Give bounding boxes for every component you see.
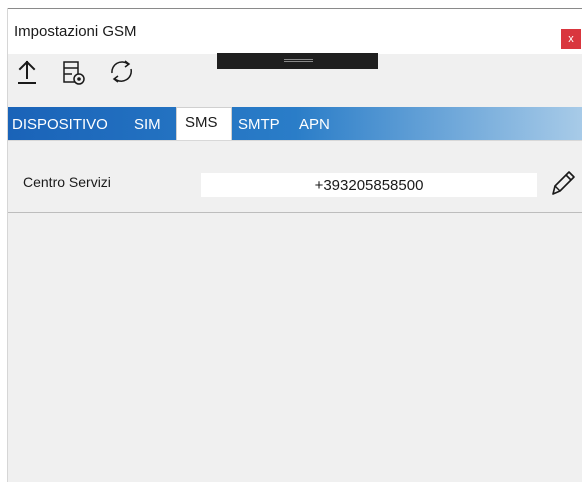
tab-sim[interactable]: SIM [134,107,161,140]
refresh-button[interactable] [104,54,138,88]
settings-file-button[interactable] [56,54,90,88]
window-title: Impostazioni GSM [14,23,137,40]
tab-sms[interactable]: SMS [176,107,232,140]
close-button[interactable]: x [561,29,581,49]
service-center-field[interactable] [201,173,537,197]
gsm-settings-window: Impostazioni GSM x DISPOSITIVO SIM SMS S… [7,8,582,482]
settings-file-icon [63,61,85,85]
close-icon: x [568,33,574,45]
edit-service-center-button[interactable] [545,165,577,199]
upload-button[interactable] [10,54,44,88]
service-center-label: Centro Servizi [23,174,111,190]
tab-smtp[interactable]: SMTP [238,107,280,140]
title-bar: Impostazioni GSM x [8,8,582,54]
upload-icon [18,60,36,84]
tab-apn[interactable]: APN [299,107,330,140]
sms-settings-panel: Centro Servizi [8,140,582,213]
grip-icon [284,59,313,62]
refresh-icon [111,60,132,83]
tab-dispositivo[interactable]: DISPOSITIVO [12,107,108,140]
drag-handle[interactable] [217,53,378,69]
pencil-icon [552,171,575,195]
tab-bar: DISPOSITIVO SIM SMS SMTP APN [8,107,582,140]
